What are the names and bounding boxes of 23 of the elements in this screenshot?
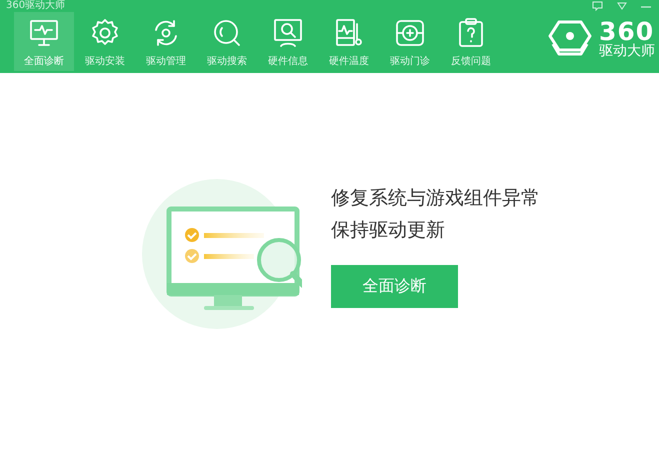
nav-tab[interactable]: 驱动管理 [136, 12, 196, 71]
medical-kit-icon [395, 18, 425, 48]
search-icon [212, 18, 242, 48]
nav-tab[interactable]: 硬件信息 [258, 12, 318, 71]
nav-tab[interactable]: 反馈问题 [441, 12, 501, 71]
thermometer-icon [334, 18, 364, 48]
window-title: 360驱动大师 [6, 1, 66, 11]
monitor-search-icon [273, 18, 303, 48]
nav-tab[interactable]: 硬件温度 [319, 12, 379, 71]
feature-text: 修复系统与游戏组件异常 [331, 186, 540, 210]
monitor-pulse-icon [29, 18, 59, 48]
logo-name: 驱动大师 [599, 44, 655, 58]
feature-text: 保持驱动更新 [331, 218, 445, 242]
logo-number: 360 [599, 18, 654, 44]
gear-icon [90, 18, 120, 48]
nav-tab[interactable]: 驱动安装 [75, 12, 135, 71]
dropdown-icon[interactable] [617, 2, 627, 10]
nav-tab[interactable]: 全面诊断 [14, 12, 74, 71]
nav-tab[interactable]: 驱动搜索 [197, 12, 257, 71]
nav-tab[interactable]: 驱动门诊 [380, 12, 440, 71]
message-icon[interactable] [592, 1, 603, 11]
diagnose-button[interactable]: 全面诊断 [331, 264, 458, 308]
clipboard-question-icon [456, 18, 486, 48]
